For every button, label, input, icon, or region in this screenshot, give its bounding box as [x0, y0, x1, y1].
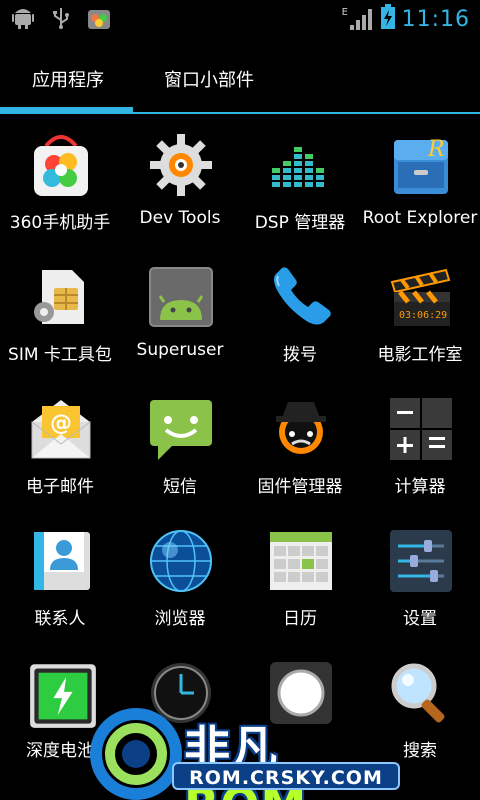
tab-apps[interactable]: 应用程序 — [32, 66, 104, 92]
app-grid: 360手机助手 Dev Tools DSP 管理器 R Root Explore… — [0, 124, 480, 800]
app-settings[interactable]: 设置 — [360, 520, 480, 652]
superuser-android-icon — [148, 264, 214, 330]
app-calculator[interactable]: 计算器 — [360, 388, 480, 520]
app-phone[interactable]: 拨号 — [240, 256, 360, 388]
svg-text:03:06:29: 03:06:29 — [399, 310, 447, 321]
usb-icon — [48, 5, 74, 31]
app-rom-manager[interactable]: 固件管理器 — [240, 388, 360, 520]
app-calendar[interactable]: 日历 — [240, 520, 360, 652]
status-time: 11:16 — [401, 6, 470, 32]
browser-globe-icon — [148, 528, 214, 594]
app-label: 拨号 — [283, 345, 317, 365]
app-root-explorer[interactable]: R Root Explorer — [360, 124, 480, 256]
calculator-icon — [388, 396, 454, 462]
watermark-url: ROM.CRSKY.COM — [172, 762, 400, 790]
signal-icon: E — [342, 7, 374, 31]
app-360-assistant[interactable]: 360手机助手 — [0, 124, 120, 256]
calendar-icon — [268, 528, 334, 594]
equalizer-icon — [268, 132, 334, 198]
app-email[interactable]: @ 电子邮件 — [0, 388, 120, 520]
tab-bar: 应用程序 窗口小部件 — [0, 38, 480, 116]
tab-divider — [0, 112, 480, 114]
watermark-logo: 非凡ROM ROM.CRSKY.COM — [88, 704, 400, 800]
dev-tools-gear-icon — [148, 132, 214, 198]
app-label: 设置 — [403, 609, 437, 629]
app-label: Dev Tools — [139, 208, 221, 228]
network-type: E — [341, 7, 348, 18]
battery-charging-icon — [380, 4, 396, 34]
app-label: DSP 管理器 — [254, 213, 346, 233]
app-label: Superuser — [136, 340, 224, 360]
android-debug-icon — [10, 5, 36, 31]
svg-text:@: @ — [50, 411, 72, 436]
contacts-icon — [28, 528, 94, 594]
app-label: 浏览器 — [154, 609, 206, 629]
app-messaging[interactable]: 短信 — [120, 388, 240, 520]
clapperboard-icon: 03:06:29 — [388, 264, 454, 330]
app-label: 固件管理器 — [257, 477, 343, 497]
email-envelope-icon: @ — [28, 396, 94, 462]
360-assistant-icon — [28, 132, 94, 198]
app-dev-tools[interactable]: Dev Tools — [120, 124, 240, 256]
app-movie-studio[interactable]: 03:06:29 电影工作室 — [360, 256, 480, 388]
status-bar: E 11:16 — [0, 0, 480, 38]
file-cabinet-icon: R — [388, 132, 454, 198]
battery-icon — [28, 660, 96, 728]
sim-card-icon — [28, 264, 94, 330]
app-contacts[interactable]: 联系人 — [0, 520, 120, 652]
messaging-icon — [148, 396, 214, 462]
app-label: SIM 卡工具包 — [8, 345, 112, 365]
svg-text:R: R — [427, 137, 445, 162]
app-sim-toolkit[interactable]: SIM 卡工具包 — [0, 256, 120, 388]
app-superuser[interactable]: Superuser — [120, 256, 240, 388]
phone-icon — [268, 264, 334, 330]
settings-sliders-icon — [388, 528, 454, 594]
app-store-notification-icon — [86, 5, 112, 31]
app-label: 短信 — [163, 477, 197, 497]
app-label: 日历 — [283, 609, 317, 629]
app-label: 计算器 — [394, 477, 446, 497]
app-label: 电子邮件 — [26, 477, 94, 497]
rom-manager-icon — [268, 396, 334, 462]
app-label: 电影工作室 — [377, 345, 463, 365]
app-label: 360手机助手 — [9, 213, 111, 233]
app-label: 联系人 — [34, 609, 86, 629]
app-dsp-manager[interactable]: DSP 管理器 — [240, 124, 360, 256]
app-browser[interactable]: 浏览器 — [120, 520, 240, 652]
app-label: Root Explorer — [362, 208, 478, 228]
tab-widgets[interactable]: 窗口小部件 — [164, 66, 254, 92]
